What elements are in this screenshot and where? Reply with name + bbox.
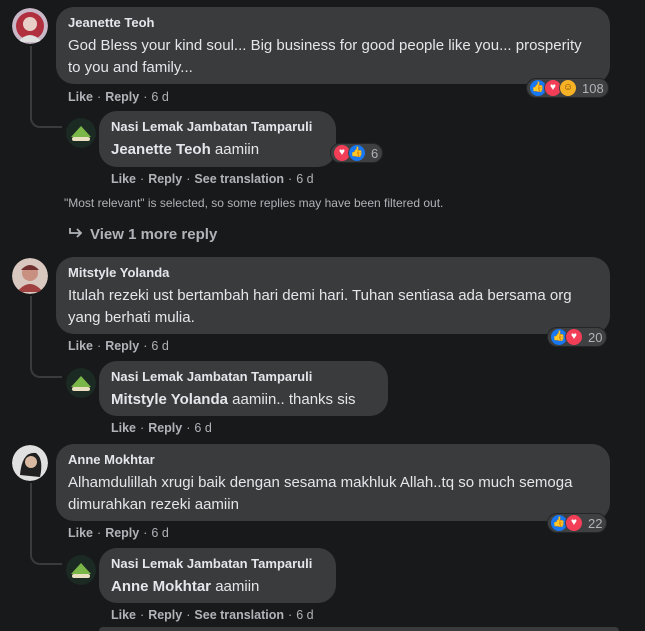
reaction-summary[interactable]: 👍 ♥ ☺ 108	[526, 78, 609, 98]
reply-author[interactable]: Nasi Lemak Jambatan Tamparuli	[111, 119, 324, 135]
reaction-count: 6	[371, 145, 379, 161]
love-icon: ♥	[565, 514, 583, 532]
comment-bubble: Jeanette Teoh God Bless your kind soul..…	[56, 7, 610, 84]
care-icon: ☺	[559, 79, 577, 97]
like-button[interactable]: Like	[68, 526, 93, 540]
reply-button[interactable]: Reply	[148, 421, 182, 435]
timestamp[interactable]: 6 d	[296, 608, 313, 622]
timestamp[interactable]: 6 d	[296, 172, 313, 186]
comment-author[interactable]: Jeanette Teoh	[68, 15, 598, 31]
reply-bubble: Nasi Lemak Jambatan Tamparuli Anne Mokht…	[99, 548, 336, 603]
reply-actions: Like · Reply · See translation · 6 d	[111, 172, 314, 186]
like-button[interactable]: Like	[111, 172, 136, 186]
reply-button[interactable]: Reply	[105, 339, 139, 353]
comment-text: Alhamdulillah xrugi baik dengan sesama m…	[68, 474, 573, 513]
comment-author[interactable]: Mitstyle Yolanda	[68, 265, 598, 281]
reply-text: Anne Mokhtar aamiin	[111, 576, 324, 598]
reaction-summary[interactable]: 👍 ♥ 22	[547, 513, 608, 533]
reply-author[interactable]: Nasi Lemak Jambatan Tamparuli	[111, 369, 376, 385]
avatar[interactable]	[12, 445, 48, 481]
avatar[interactable]	[66, 118, 96, 148]
comment-text: God Bless your kind soul... Big business…	[68, 37, 582, 76]
filter-note: "Most relevant" is selected, so some rep…	[64, 196, 444, 210]
reply-author[interactable]: Nasi Lemak Jambatan Tamparuli	[111, 556, 324, 572]
thread-line	[30, 483, 62, 565]
comment-author[interactable]: Anne Mokhtar	[68, 452, 598, 468]
reply-text: Mitstyle Yolanda aamiin.. thanks sis	[111, 389, 376, 411]
mention[interactable]: Anne Mokhtar	[111, 578, 211, 595]
love-icon: ♥	[565, 328, 583, 346]
thread-line	[30, 296, 62, 378]
timestamp[interactable]: 6 d	[194, 421, 211, 435]
reaction-summary[interactable]: ♥ 👍 6	[330, 143, 384, 163]
avatar[interactable]	[66, 368, 96, 398]
see-translation-link[interactable]: See translation	[194, 172, 284, 186]
reply-arrow-icon	[68, 226, 84, 243]
timestamp[interactable]: 6 d	[151, 339, 168, 353]
reply-button[interactable]: Reply	[105, 90, 139, 104]
reaction-count: 108	[582, 80, 604, 96]
reaction-count: 20	[588, 329, 603, 345]
comment-actions: Like · Reply · 6 d	[68, 90, 169, 104]
like-icon: 👍	[348, 144, 366, 162]
see-translation-link[interactable]: See translation	[194, 608, 284, 622]
comment-bubble: Mitstyle Yolanda Itulah rezeki ust berta…	[56, 257, 610, 334]
like-button[interactable]: Like	[111, 421, 136, 435]
reply-actions: Like · Reply · 6 d	[111, 421, 212, 435]
reaction-summary[interactable]: 👍 ♥ 20	[547, 327, 608, 347]
avatar[interactable]	[12, 8, 48, 44]
comment-actions: Like · Reply · 6 d	[68, 339, 169, 353]
next-comment-edge	[99, 627, 619, 631]
reply-text: Jeanette Teoh aamiin	[111, 139, 324, 161]
comment-bubble: Anne Mokhtar Alhamdulillah xrugi baik de…	[56, 444, 610, 521]
reply-message: aamiin.. thanks sis	[232, 391, 356, 408]
comment-actions: Like · Reply · 6 d	[68, 526, 169, 540]
avatar[interactable]	[66, 555, 96, 585]
thread-line	[30, 46, 62, 128]
like-button[interactable]: Like	[68, 90, 93, 104]
timestamp[interactable]: 6 d	[151, 526, 168, 540]
view-more-replies-label: View 1 more reply	[90, 226, 218, 243]
comment-text: Itulah rezeki ust bertambah hari demi ha…	[68, 287, 572, 326]
reply-bubble: Nasi Lemak Jambatan Tamparuli Jeanette T…	[99, 111, 336, 167]
reply-actions: Like · Reply · See translation · 6 d	[111, 608, 314, 622]
mention[interactable]: Mitstyle Yolanda	[111, 391, 228, 408]
avatar[interactable]	[12, 258, 48, 294]
mention[interactable]: Jeanette Teoh	[111, 141, 211, 158]
reply-button[interactable]: Reply	[148, 608, 182, 622]
like-button[interactable]: Like	[68, 339, 93, 353]
reply-message: aamiin	[215, 578, 260, 595]
reply-button[interactable]: Reply	[148, 172, 182, 186]
reply-button[interactable]: Reply	[105, 526, 139, 540]
reaction-count: 22	[588, 515, 603, 531]
view-more-replies-button[interactable]: View 1 more reply	[68, 226, 217, 243]
timestamp[interactable]: 6 d	[151, 90, 168, 104]
reply-message: aamiin	[214, 141, 260, 158]
reply-bubble: Nasi Lemak Jambatan Tamparuli Mitstyle Y…	[99, 361, 388, 416]
like-button[interactable]: Like	[111, 608, 136, 622]
